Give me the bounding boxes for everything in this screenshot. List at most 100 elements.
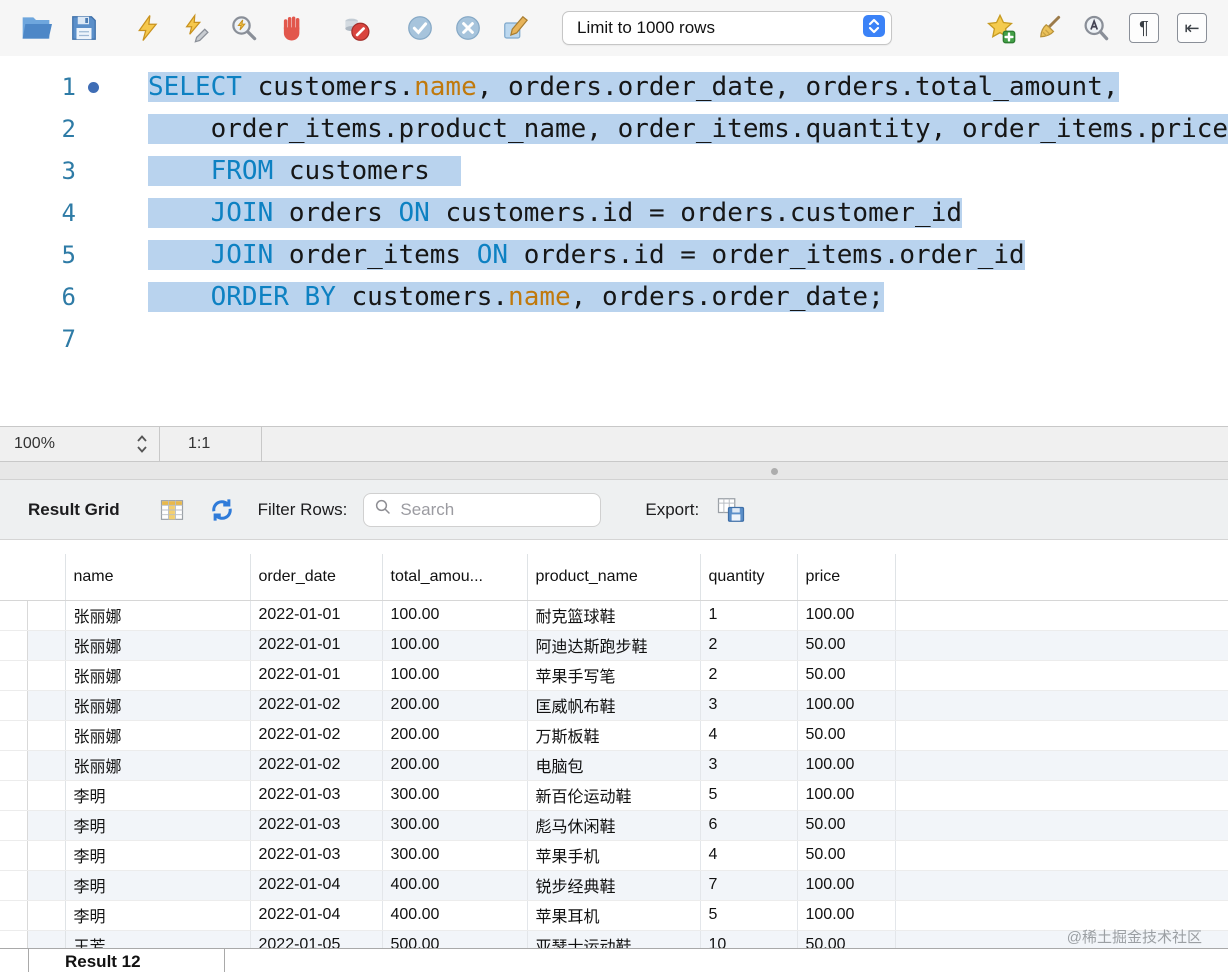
code-line-text[interactable]: ORDER BY customers.name, orders.order_da… (148, 276, 1228, 318)
table-row[interactable]: 李明2022-01-03300.00彪马休闲鞋650.00 (0, 810, 1228, 840)
cell[interactable]: 3 (700, 690, 797, 720)
line-number-gutter[interactable]: 1 (0, 66, 148, 108)
cell[interactable]: 2022-01-04 (250, 870, 382, 900)
column-header[interactable]: product_name (527, 554, 700, 600)
cell[interactable]: 100.00 (797, 690, 895, 720)
table-row[interactable]: 张丽娜2022-01-02200.00万斯板鞋450.00 (0, 720, 1228, 750)
cell[interactable]: 100.00 (797, 750, 895, 780)
cell[interactable]: 50.00 (797, 930, 895, 948)
new-snippet-icon[interactable] (982, 10, 1018, 46)
cell[interactable]: 阿迪达斯跑步鞋 (527, 630, 700, 660)
cell[interactable]: 7 (700, 870, 797, 900)
table-row[interactable]: 李明2022-01-04400.00苹果耳机5100.00 (0, 900, 1228, 930)
line-number-gutter[interactable]: 2 (0, 108, 148, 150)
row-handle[interactable] (0, 690, 65, 720)
table-row[interactable]: 张丽娜2022-01-02200.00匡威帆布鞋3100.00 (0, 690, 1228, 720)
row-handle[interactable] (0, 930, 65, 948)
table-row[interactable]: 张丽娜2022-01-01100.00苹果手写笔250.00 (0, 660, 1228, 690)
cell[interactable]: 张丽娜 (65, 660, 250, 690)
table-row[interactable]: 张丽娜2022-01-02200.00电脑包3100.00 (0, 750, 1228, 780)
limit-rows-select[interactable]: Limit to 1000 rows (562, 11, 892, 45)
cell[interactable]: 苹果手机 (527, 840, 700, 870)
column-header[interactable]: order_date (250, 554, 382, 600)
stop-icon[interactable] (274, 10, 310, 46)
cell[interactable]: 100.00 (382, 630, 527, 660)
column-header[interactable]: price (797, 554, 895, 600)
clear-icon[interactable] (1030, 10, 1066, 46)
cell[interactable]: 锐步经典鞋 (527, 870, 700, 900)
search-input[interactable] (400, 500, 590, 520)
code-line-text[interactable]: SELECT customers.name, orders.order_date… (148, 66, 1228, 108)
cell[interactable]: 张丽娜 (65, 630, 250, 660)
cell[interactable]: 2022-01-01 (250, 600, 382, 630)
cell[interactable]: 2 (700, 630, 797, 660)
beautify-icon[interactable] (498, 10, 534, 46)
cell[interactable]: 2 (700, 660, 797, 690)
code-line[interactable]: 5 JOIN order_items ON orders.id = order_… (0, 234, 1228, 276)
cell[interactable]: 100.00 (382, 660, 527, 690)
table-row[interactable]: 李明2022-01-03300.00苹果手机450.00 (0, 840, 1228, 870)
table-row[interactable]: 张丽娜2022-01-01100.00耐克篮球鞋1100.00 (0, 600, 1228, 630)
line-number-gutter[interactable]: 3 (0, 150, 148, 192)
code-line[interactable]: 3 FROM customers (0, 150, 1228, 192)
cell[interactable]: 万斯板鞋 (527, 720, 700, 750)
refresh-icon[interactable] (204, 492, 240, 528)
cell[interactable]: 2022-01-01 (250, 660, 382, 690)
row-handle[interactable] (0, 720, 65, 750)
row-handle[interactable] (0, 780, 65, 810)
sql-editor[interactable]: 1SELECT customers.name, orders.order_dat… (0, 56, 1228, 426)
cell[interactable]: 耐克篮球鞋 (527, 600, 700, 630)
explain-icon[interactable] (226, 10, 262, 46)
cell[interactable]: 张丽娜 (65, 690, 250, 720)
code-line-text[interactable]: FROM customers (148, 150, 1228, 192)
code-line-text[interactable]: JOIN order_items ON orders.id = order_it… (148, 234, 1228, 276)
execute-current-statement-icon[interactable] (178, 10, 214, 46)
code-line[interactable]: 2 order_items.product_name, order_items.… (0, 108, 1228, 150)
row-handle[interactable] (0, 660, 65, 690)
zoom-stepper[interactable] (135, 432, 149, 456)
cell[interactable]: 李明 (65, 780, 250, 810)
cell[interactable]: 200.00 (382, 690, 527, 720)
cell[interactable]: 亚瑟士运动鞋 (527, 930, 700, 948)
table-row[interactable]: 王芳2022-01-05500.00亚瑟士运动鞋1050.00 (0, 930, 1228, 948)
cell[interactable]: 50.00 (797, 810, 895, 840)
cell[interactable]: 4 (700, 720, 797, 750)
cell[interactable]: 300.00 (382, 840, 527, 870)
line-number-gutter[interactable]: 4 (0, 192, 148, 234)
cell[interactable]: 2022-01-05 (250, 930, 382, 948)
column-header[interactable]: name (65, 554, 250, 600)
save-script-icon[interactable] (66, 10, 102, 46)
cell[interactable]: 6 (700, 810, 797, 840)
toggle-wrap-icon[interactable]: ⇤ (1174, 10, 1210, 46)
show-invisibles-icon[interactable]: ¶ (1126, 10, 1162, 46)
cell[interactable]: 100.00 (382, 600, 527, 630)
toggle-stop-on-error-icon[interactable] (338, 10, 374, 46)
execute-icon[interactable] (130, 10, 166, 46)
cell[interactable]: 苹果耳机 (527, 900, 700, 930)
open-script-icon[interactable] (18, 10, 54, 46)
table-row[interactable]: 李明2022-01-04400.00锐步经典鞋7100.00 (0, 870, 1228, 900)
row-handle[interactable] (0, 750, 65, 780)
cell[interactable]: 李明 (65, 840, 250, 870)
cell[interactable]: 苹果手写笔 (527, 660, 700, 690)
code-line[interactable]: 4 JOIN orders ON customers.id = orders.c… (0, 192, 1228, 234)
code-line[interactable]: 1SELECT customers.name, orders.order_dat… (0, 66, 1228, 108)
find-icon[interactable] (1078, 10, 1114, 46)
cell[interactable]: 4 (700, 840, 797, 870)
cell[interactable]: 电脑包 (527, 750, 700, 780)
result-tab[interactable]: Result 12 (28, 949, 225, 972)
cell[interactable]: 2022-01-01 (250, 630, 382, 660)
cell[interactable]: 200.00 (382, 750, 527, 780)
rollback-icon[interactable] (450, 10, 486, 46)
cell[interactable]: 100.00 (797, 900, 895, 930)
cell[interactable]: 10 (700, 930, 797, 948)
cell[interactable]: 2022-01-02 (250, 750, 382, 780)
cell[interactable]: 3 (700, 750, 797, 780)
cell[interactable]: 5 (700, 780, 797, 810)
breakpoint-marker-icon[interactable] (88, 82, 99, 93)
cell[interactable]: 2022-01-04 (250, 900, 382, 930)
code-line-text[interactable]: order_items.product_name, order_items.qu… (148, 108, 1228, 150)
cell[interactable]: 新百伦运动鞋 (527, 780, 700, 810)
cell[interactable]: 5 (700, 900, 797, 930)
filter-search-box[interactable] (363, 493, 601, 527)
